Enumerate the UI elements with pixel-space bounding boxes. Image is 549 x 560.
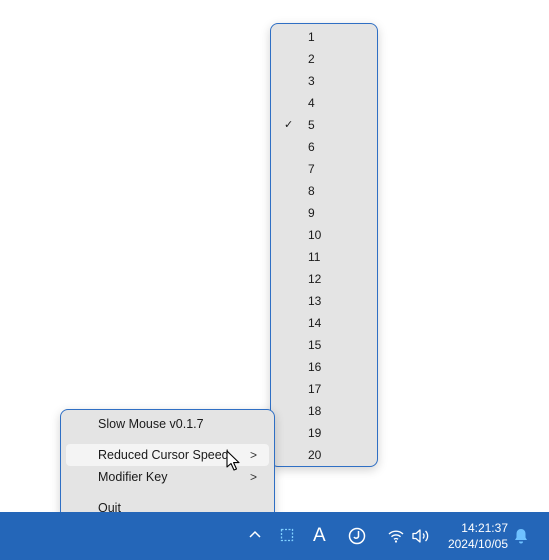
speed-item-17[interactable]: 17 (271, 378, 377, 400)
speed-item-label: 7 (308, 162, 315, 176)
speed-item-20[interactable]: 20 (271, 444, 377, 466)
chevron-up-icon[interactable] (248, 529, 262, 539)
reduced-cursor-speed-label: Reduced Cursor Speed (98, 448, 229, 462)
speed-item-9[interactable]: 9 (271, 202, 377, 224)
speed-item-label: 5 (308, 118, 315, 132)
app-title-label: Slow Mouse v0.1.7 (98, 417, 204, 431)
speed-item-5[interactable]: ✓ 5 (271, 114, 377, 136)
speed-item-label: 12 (308, 272, 322, 286)
speed-item-label: 10 (308, 228, 322, 242)
speed-item-15[interactable]: 15 (271, 334, 377, 356)
checkmark-icon: ✓ (284, 119, 294, 131)
speed-item-2[interactable]: 2 (271, 48, 377, 70)
speed-item-10[interactable]: 10 (271, 224, 377, 246)
speed-item-label: 1 (308, 30, 315, 44)
clock-time: 14:21:37 (461, 521, 508, 535)
speed-item-3[interactable]: 3 (271, 70, 377, 92)
speed-submenu: 1 2 3 4 ✓ 5 6 7 8 9 10 11 12 13 14 15 16 … (270, 23, 378, 467)
speed-item-8[interactable]: 8 (271, 180, 377, 202)
desktop: 1 2 3 4 ✓ 5 6 7 8 9 10 11 12 13 14 15 16 … (0, 0, 549, 560)
speed-item-label: 9 (308, 206, 315, 220)
speed-item-19[interactable]: 19 (271, 422, 377, 444)
ime-mode-icon[interactable]: A (313, 525, 326, 547)
speed-item-7[interactable]: 7 (271, 158, 377, 180)
clock-date: 2024/10/05 (447, 537, 508, 551)
speed-item-label: 13 (308, 294, 322, 308)
speed-item-14[interactable]: 14 (271, 312, 377, 334)
speed-item-label: 3 (308, 74, 315, 88)
clock[interactable]: 14:21:37 2024/10/05 (440, 520, 508, 552)
speed-item-label: 18 (308, 404, 322, 418)
speed-item-1[interactable]: 1 (271, 26, 377, 48)
mouse-cursor-icon (226, 450, 240, 471)
speed-item-11[interactable]: 11 (271, 246, 377, 268)
speed-item-label: 6 (308, 140, 315, 154)
speed-item-16[interactable]: 16 (271, 356, 377, 378)
chevron-right-icon: > (249, 448, 257, 462)
speed-item-18[interactable]: 18 (271, 400, 377, 422)
speed-item-label: 17 (308, 382, 322, 396)
speed-item-label: 15 (308, 338, 322, 352)
speed-item-label: 8 (308, 184, 315, 198)
notification-bell-icon[interactable] (513, 527, 529, 545)
chevron-right-icon: > (249, 470, 257, 484)
speed-item-label: 20 (308, 448, 322, 462)
speed-item-label: 16 (308, 360, 322, 374)
speed-item-label: 19 (308, 426, 322, 440)
taskbar: A 14:21:37 2024/10/05 (0, 512, 549, 560)
ime-circle-icon[interactable] (347, 526, 367, 546)
speed-item-4[interactable]: 4 (271, 92, 377, 114)
speed-item-label: 11 (308, 250, 321, 264)
volume-icon[interactable] (411, 527, 431, 545)
tray-context-menu: Slow Mouse v0.1.7 Reduced Cursor Speed >… (60, 409, 275, 520)
speed-item-13[interactable]: 13 (271, 290, 377, 312)
wifi-icon[interactable] (387, 528, 405, 544)
modifier-key-label: Modifier Key (98, 470, 168, 484)
slow-mouse-tray-icon[interactable] (280, 528, 294, 542)
speed-item-6[interactable]: 6 (271, 136, 377, 158)
speed-item-label: 14 (308, 316, 322, 330)
speed-item-12[interactable]: 12 (271, 268, 377, 290)
speed-item-label: 4 (308, 96, 315, 110)
speed-item-label: 2 (308, 52, 315, 66)
menu-item-app-title[interactable]: Slow Mouse v0.1.7 (66, 413, 269, 435)
